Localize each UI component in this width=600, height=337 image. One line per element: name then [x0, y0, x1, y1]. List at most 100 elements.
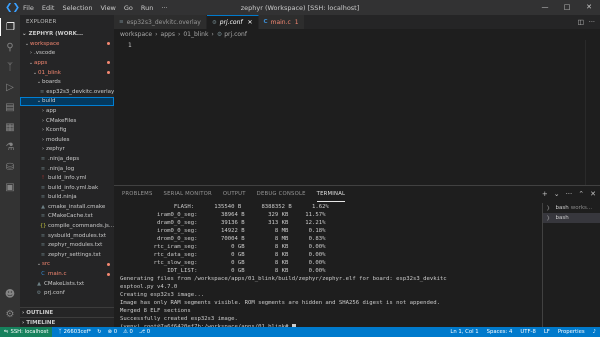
- menu-more[interactable]: ···: [157, 4, 171, 12]
- tree-file[interactable]: ▲ CMakeLists.txt: [20, 279, 114, 289]
- maximize-panel-icon[interactable]: ⌃: [578, 190, 584, 198]
- tab-prj-conf[interactable]: ⚙ prj.conf ✕: [206, 15, 259, 29]
- tree-folder[interactable]: ⌄ 01_blink: [20, 68, 114, 78]
- outline-section[interactable]: › OUTLINE: [20, 307, 114, 317]
- tree-file[interactable]: ≡ zephyr_modules.txt: [20, 240, 114, 250]
- more-actions-icon[interactable]: ···: [589, 18, 595, 26]
- tree-file[interactable]: ≡ build.ninja: [20, 193, 114, 203]
- terminal-output[interactable]: FLASH: 135540 B 8388352 B 1.62% iram0_0_…: [120, 203, 550, 328]
- terminal-item[interactable]: 〉 bash works...: [543, 203, 600, 213]
- tree-folder[interactable]: › .vscode: [20, 49, 114, 59]
- tree-folder[interactable]: › modules: [20, 135, 114, 145]
- tree-folder[interactable]: ⌄ apps: [20, 58, 114, 68]
- cursor-position[interactable]: Ln 1, Col 1: [450, 329, 478, 335]
- tree-file[interactable]: ! build_info.yml: [20, 173, 114, 183]
- menu-run[interactable]: Run: [137, 4, 157, 12]
- tree-folder[interactable]: ⌄ src: [20, 260, 114, 270]
- tree-folder[interactable]: ⌄ build: [20, 96, 114, 107]
- indentation[interactable]: Spaces: 4: [487, 329, 513, 335]
- more-actions-icon[interactable]: ···: [566, 190, 573, 198]
- notifications-bell-icon[interactable]: ♪: [593, 329, 596, 335]
- tree-folder[interactable]: › zephyr: [20, 145, 114, 155]
- menu-edit[interactable]: Edit: [38, 4, 59, 12]
- close-icon[interactable]: ✕: [248, 19, 253, 26]
- menu-file[interactable]: File: [19, 4, 38, 12]
- tree-file[interactable]: Cmain.c: [20, 269, 114, 279]
- tree-item-label: apps: [34, 59, 48, 66]
- tree-file[interactable]: ≡ .ninja_deps: [20, 154, 114, 164]
- breadcrumb-item[interactable]: 01_blink: [183, 31, 208, 38]
- testing-icon[interactable]: ⚗: [0, 138, 20, 156]
- menu-view[interactable]: View: [96, 4, 119, 12]
- tree-file[interactable]: ≡ zephyr_settings.txt: [20, 250, 114, 260]
- chevron-down-icon[interactable]: ⌄: [554, 190, 560, 198]
- extensions-icon[interactable]: ▦: [0, 118, 20, 136]
- split-editor-icon[interactable]: ◫: [578, 18, 584, 26]
- language-mode[interactable]: Properties: [558, 329, 585, 335]
- tree-file[interactable]: ▲ cmake_install.cmake: [20, 202, 114, 212]
- tree-file[interactable]: ≡ esp32s3_devkitc.overlay: [20, 87, 114, 97]
- manage-gear-icon[interactable]: ⚙: [0, 305, 20, 323]
- account-icon[interactable]: ☻: [0, 285, 20, 303]
- tab-serial-monitor[interactable]: SERIAL MONITOR: [164, 186, 212, 202]
- tree-folder[interactable]: ⌄ workspace: [20, 39, 114, 49]
- scrollbar[interactable]: [585, 40, 586, 185]
- minimize-button[interactable]: —: [534, 0, 556, 15]
- terminal-line: dram0_0_seg: 39136 B 313 KB 12.21%: [120, 219, 550, 227]
- menu-go[interactable]: Go: [120, 4, 137, 12]
- tree-folder[interactable]: › CMakeFiles: [20, 116, 114, 126]
- tree-item-label: CMakeLists.txt: [44, 280, 85, 287]
- source-control-icon[interactable]: ᛉ: [0, 58, 20, 76]
- tree-file[interactable]: ≡ build_info.yml.bak: [20, 183, 114, 193]
- sync-icon[interactable]: ↻: [97, 329, 101, 335]
- terminal-item[interactable]: 〉 bash: [543, 213, 600, 223]
- tab-overlay[interactable]: ≡ esp32s3_devkitc.overlay: [114, 15, 207, 29]
- tree-file[interactable]: ≡ CMakeCache.txt: [20, 212, 114, 222]
- tab-debug-console[interactable]: DEBUG CONSOLE: [257, 186, 306, 202]
- explorer-title: EXPLORER: [26, 18, 57, 25]
- tab-terminal[interactable]: TERMINAL: [316, 186, 346, 202]
- terminal-text: drom0_0_seg: 70004 B 8 MB 0.83%: [120, 236, 326, 242]
- terminal-line: Generating files from /workspace/apps/01…: [120, 275, 550, 283]
- run-debug-icon[interactable]: ▷: [0, 78, 20, 96]
- tree-folder[interactable]: › app: [20, 106, 114, 116]
- tree-file[interactable]: ≡ sysbuild_modules.txt: [20, 231, 114, 241]
- tree-folder[interactable]: ⌄ boards: [20, 77, 114, 87]
- encoding[interactable]: UTF-8: [520, 329, 535, 335]
- maximize-button[interactable]: □: [556, 0, 578, 15]
- tab-main-c[interactable]: C main.c 1: [258, 15, 305, 29]
- tree-folder[interactable]: › Kconfig: [20, 125, 114, 135]
- database-icon[interactable]: ⛁: [0, 158, 20, 176]
- warning-count[interactable]: ⚠ 0: [123, 329, 133, 335]
- git-branch[interactable]: 26603cef*: [64, 329, 92, 335]
- tree-file[interactable]: ≡ .ninja_log: [20, 164, 114, 174]
- tree-item-label: app: [46, 107, 57, 114]
- terminal-line: Image has only RAM segments visible. ROM…: [120, 299, 550, 307]
- explorer-icon[interactable]: ❐: [0, 18, 20, 36]
- tree-item-label: compile_commands.js...: [48, 223, 114, 230]
- breadcrumb-item[interactable]: apps: [161, 31, 175, 38]
- code-editor[interactable]: 1: [114, 40, 600, 185]
- search-icon[interactable]: ⚲: [0, 38, 20, 56]
- ports-count[interactable]: ⎇ 0: [139, 329, 150, 335]
- close-panel-icon[interactable]: ✕: [590, 190, 596, 198]
- add-terminal-icon[interactable]: +: [542, 190, 548, 198]
- menu-selection[interactable]: Selection: [58, 4, 96, 12]
- tab-problems[interactable]: PROBLEMS: [122, 186, 153, 202]
- file-icon: ≡: [40, 155, 46, 162]
- tab-output[interactable]: OUTPUT: [223, 186, 246, 202]
- breadcrumb-item[interactable]: prj.conf: [224, 31, 247, 38]
- docker-icon[interactable]: ▣: [0, 178, 20, 196]
- tree-file[interactable]: ⚙ prj.conf: [20, 288, 114, 298]
- remote-indicator[interactable]: ⇋ SSH: localhost: [0, 327, 53, 337]
- file-text-icon: ≡: [119, 19, 124, 25]
- error-count[interactable]: ⊗ 0: [108, 329, 118, 335]
- timeline-section[interactable]: › TIMELINE: [20, 317, 114, 327]
- tree-file[interactable]: {} compile_commands.js...: [20, 221, 114, 231]
- breadcrumb-item[interactable]: workspace: [120, 31, 152, 38]
- workspace-section-header[interactable]: ⌄ ZEPHYR (WORK...: [20, 28, 114, 39]
- end-of-line[interactable]: LF: [544, 329, 550, 335]
- tree-item-label: boards: [42, 79, 61, 86]
- close-button[interactable]: ✕: [578, 0, 600, 15]
- remote-explorer-icon[interactable]: ▤: [0, 98, 20, 116]
